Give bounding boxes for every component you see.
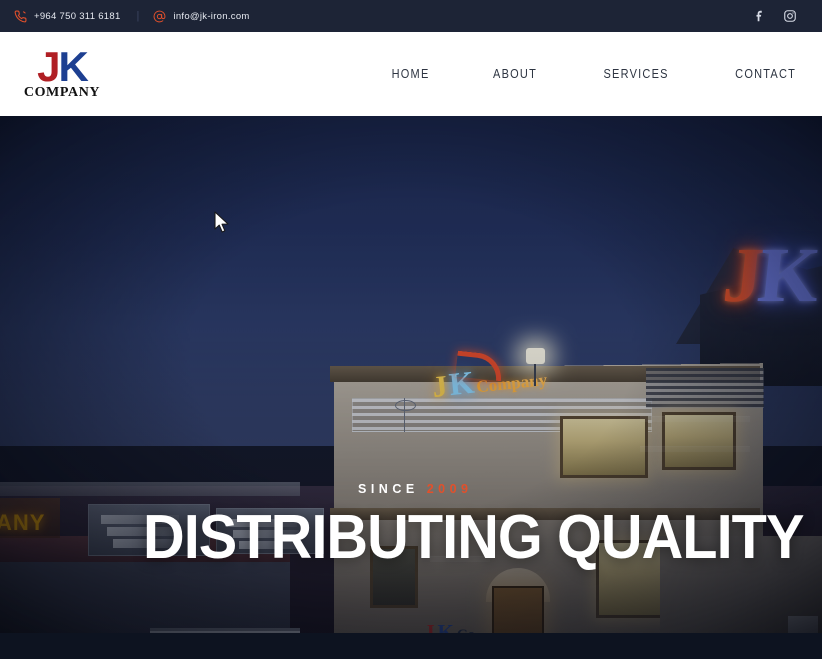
logo-company-word: COMPANY bbox=[23, 84, 101, 100]
footer-strip bbox=[0, 633, 822, 646]
logo-letter-k: K bbox=[58, 43, 89, 91]
hero-since-word: SINCE bbox=[358, 482, 419, 496]
instagram-icon[interactable] bbox=[782, 8, 798, 24]
at-sign-icon bbox=[153, 10, 166, 23]
nav-item-services[interactable]: SERVICES bbox=[603, 61, 668, 87]
hero-since-line: SINCE 2009 bbox=[358, 482, 822, 496]
hero-headline: DISTRIBUTING QUALITY bbox=[143, 503, 804, 572]
hero-section: JK J K bbox=[0, 116, 822, 646]
page-root: +964 750 311 6181 | info@jk-iron.com JK … bbox=[0, 0, 822, 659]
nav-item-contact[interactable]: CONTACT bbox=[735, 61, 796, 87]
social-links bbox=[752, 8, 808, 24]
phone-icon bbox=[14, 10, 27, 23]
contact-group: +964 750 311 6181 | info@jk-iron.com bbox=[14, 10, 250, 23]
nav-item-about[interactable]: ABOUT bbox=[493, 61, 537, 87]
hero-since-year: 2009 bbox=[426, 482, 473, 496]
site-header: JK COMPANY HOME ABOUT SERVICES CONTACT bbox=[0, 32, 822, 116]
contact-separator: | bbox=[136, 10, 140, 22]
site-logo[interactable]: JK COMPANY bbox=[14, 46, 110, 101]
email-contact[interactable]: info@jk-iron.com bbox=[153, 10, 249, 23]
logo-mark: JK bbox=[37, 46, 89, 88]
phone-number: +964 750 311 6181 bbox=[34, 10, 121, 22]
email-address: info@jk-iron.com bbox=[173, 10, 250, 22]
nav-item-home[interactable]: HOME bbox=[392, 61, 430, 87]
logo-letter-j: J bbox=[37, 43, 60, 91]
hero-text-block: SINCE 2009 DISTRIBUTING QUALITY bbox=[143, 482, 822, 569]
main-navigation: HOME ABOUT SERVICES CONTACT bbox=[389, 61, 800, 87]
top-contact-bar: +964 750 311 6181 | info@jk-iron.com bbox=[0, 0, 822, 32]
facebook-icon[interactable] bbox=[752, 8, 768, 24]
phone-contact[interactable]: +964 750 311 6181 bbox=[14, 10, 121, 23]
